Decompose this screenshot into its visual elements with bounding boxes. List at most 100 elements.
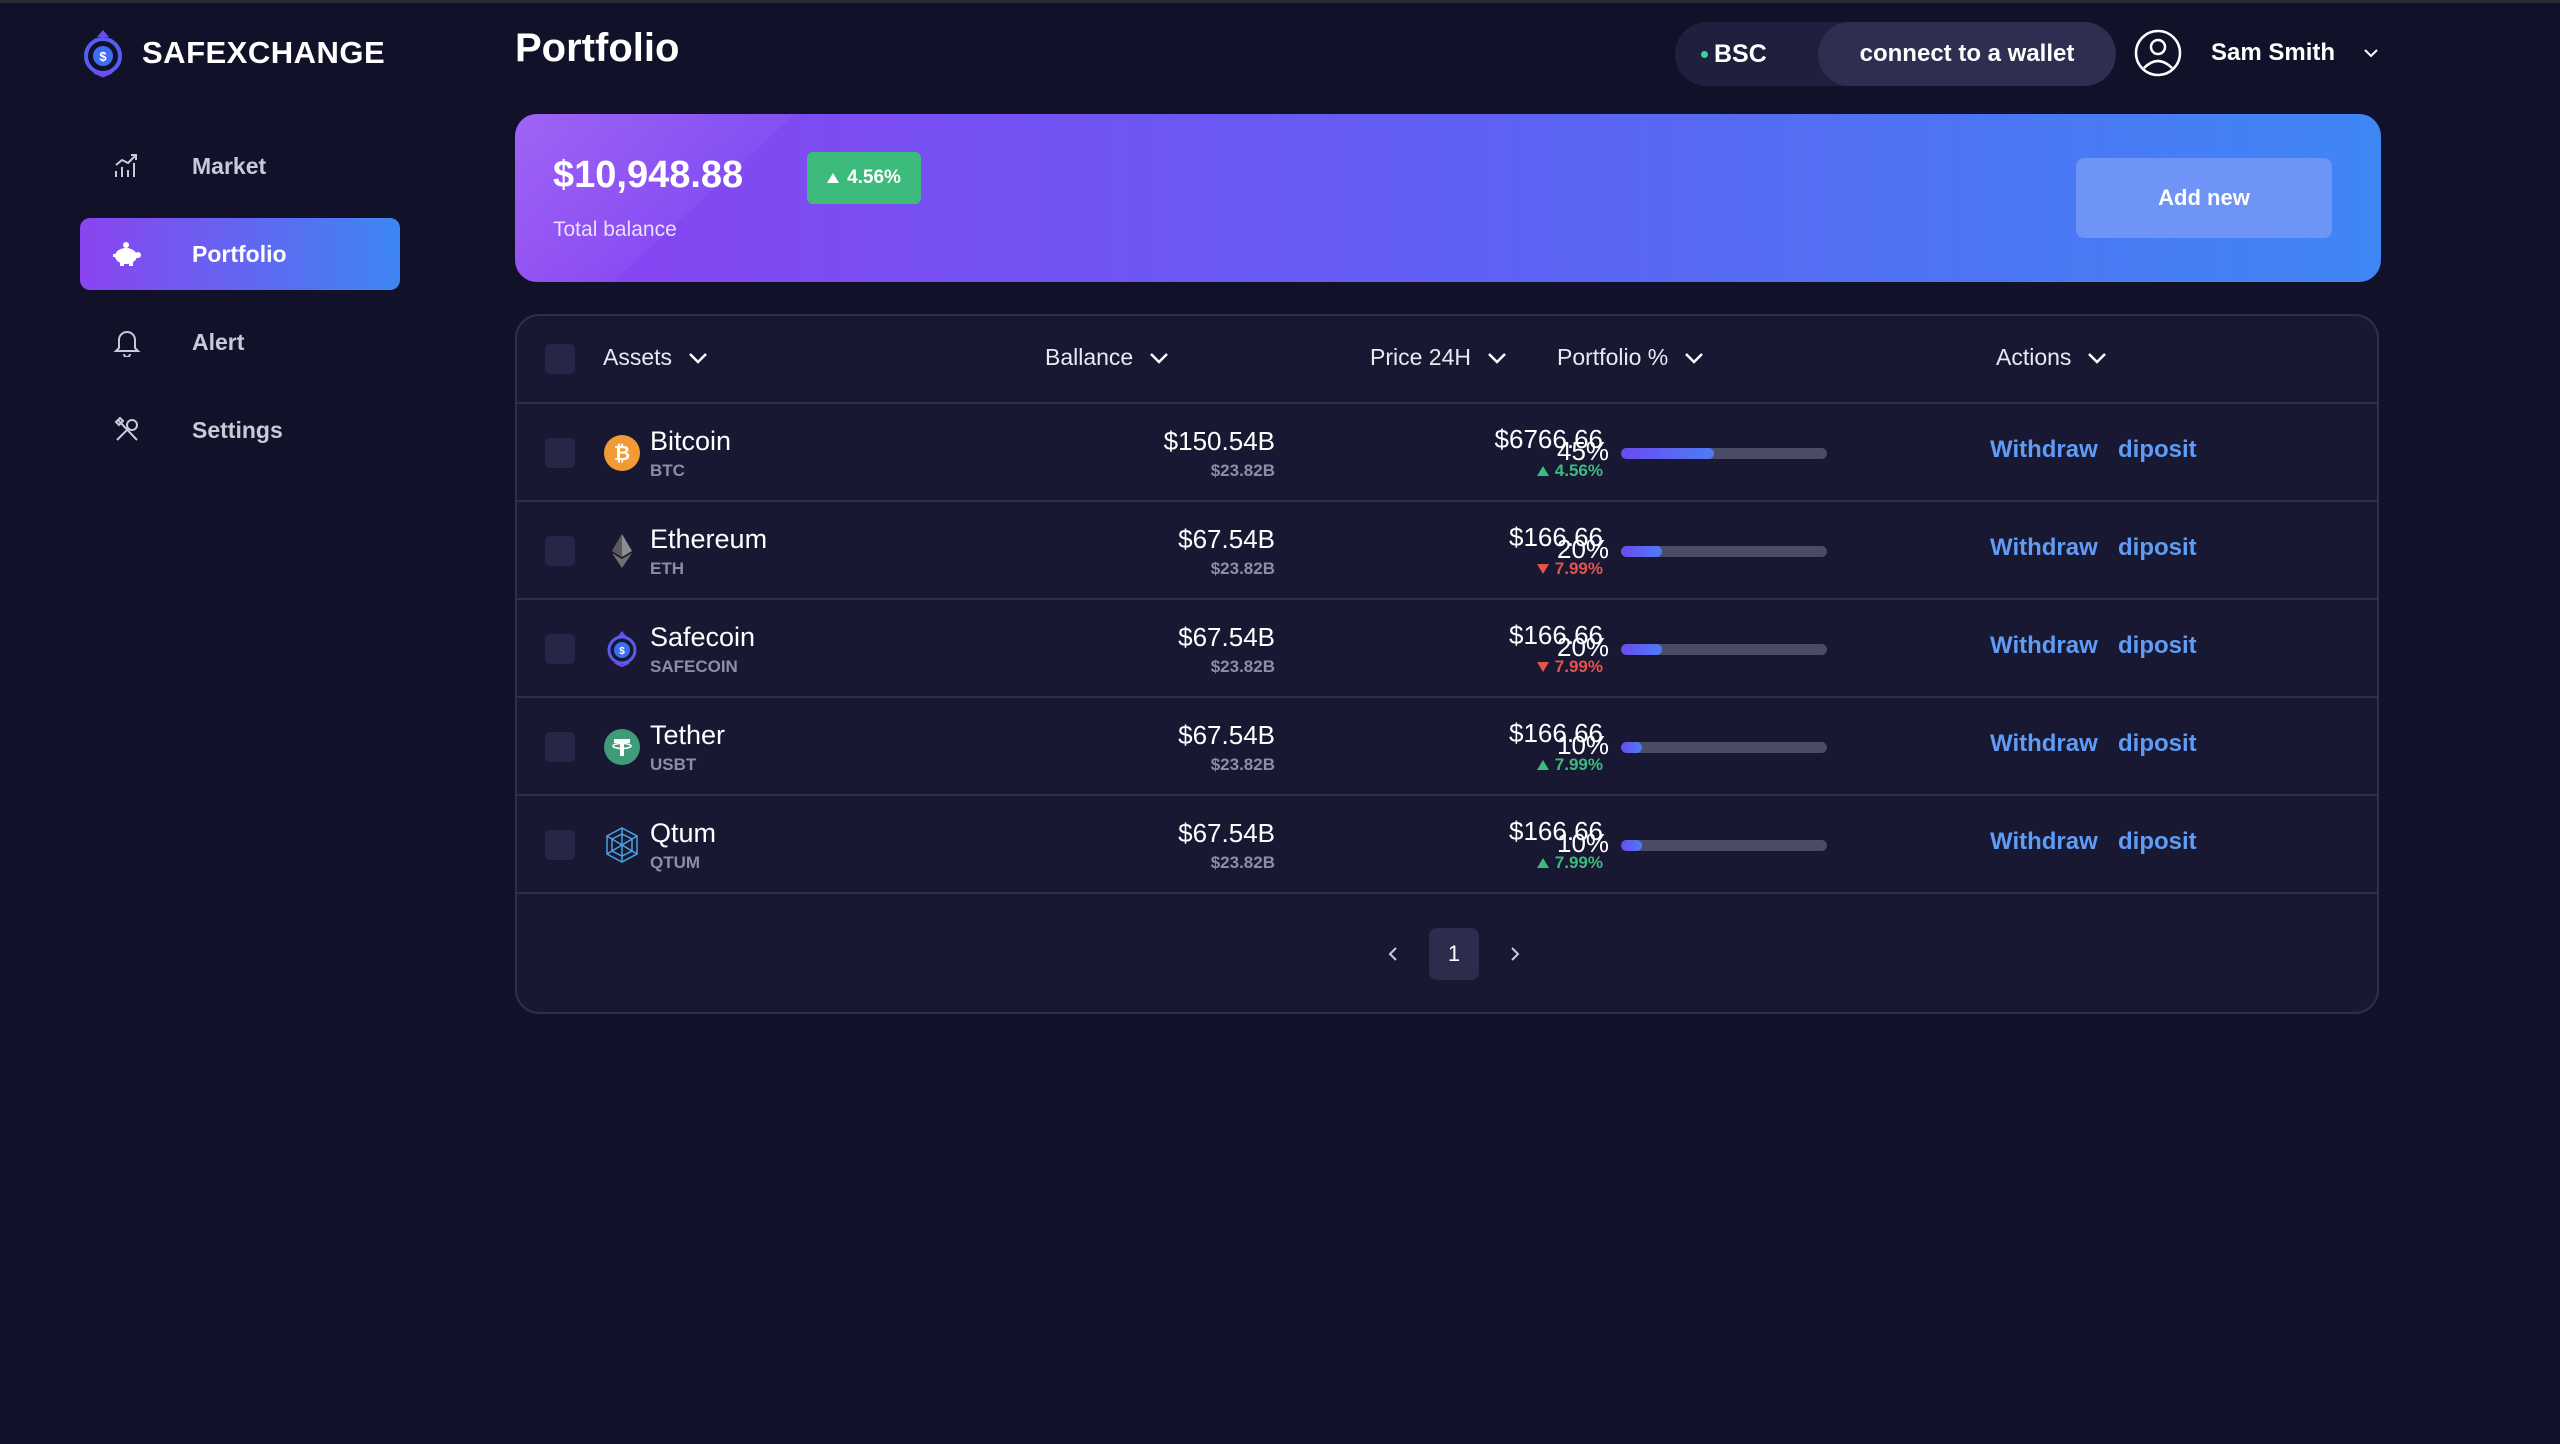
- row-checkbox[interactable]: [545, 732, 575, 762]
- ethereum-icon: [612, 534, 632, 568]
- bell-icon: [110, 325, 144, 359]
- prev-page-button[interactable]: [1377, 938, 1409, 970]
- deposit-link[interactable]: diposit: [2118, 632, 2197, 660]
- withdraw-link[interactable]: Withdraw: [1990, 828, 2098, 856]
- brand-logo[interactable]: $ SAFEXCHANGE: [82, 28, 385, 78]
- sidebar-item-settings[interactable]: Settings: [80, 394, 400, 466]
- chevron-down-icon: [1685, 352, 1704, 364]
- asset-balance-sub: $23.82B: [1210, 657, 1275, 676]
- portfolio-progress-bar: [1621, 448, 1827, 459]
- withdraw-link[interactable]: Withdraw: [1990, 632, 2098, 660]
- network-selector[interactable]: BSC connect to a wallet: [1675, 22, 2116, 86]
- chevron-right-icon: [1511, 947, 1520, 961]
- portfolio-progress-bar: [1621, 546, 1827, 557]
- portfolio-progress-bar: [1621, 840, 1827, 851]
- asset-name: Ethereum: [650, 524, 768, 554]
- table-row: Qtum QTUM $67.54B $23.82B $166.66 7.99% …: [517, 796, 2377, 894]
- withdraw-link[interactable]: Withdraw: [1990, 730, 2098, 758]
- sidebar-item-label: Portfolio: [192, 240, 287, 267]
- row-checkbox[interactable]: [545, 536, 575, 566]
- column-header-balance[interactable]: Ballance: [1045, 344, 1169, 371]
- column-header-price[interactable]: Price 24H: [1370, 344, 1507, 371]
- asset-balance-sub: $23.82B: [1210, 755, 1275, 774]
- column-header-actions[interactable]: Actions: [1996, 344, 2107, 371]
- tools-icon: [110, 413, 144, 447]
- asset-balance-sub: $23.82B: [1210, 461, 1275, 480]
- row-checkbox[interactable]: [545, 634, 575, 664]
- sidebar-item-label: Market: [192, 152, 267, 179]
- bitcoin-icon: ₿: [604, 435, 640, 471]
- card-decoration: [515, 114, 795, 282]
- asset-symbol: BTC: [650, 461, 685, 480]
- withdraw-link[interactable]: Withdraw: [1990, 534, 2098, 562]
- chevron-down-icon: [1488, 352, 1506, 364]
- portfolio-progress-bar: [1621, 742, 1827, 753]
- window-top-border: [0, 0, 2560, 3]
- network-label: BSC: [1714, 39, 1767, 68]
- deposit-link[interactable]: diposit: [2118, 828, 2197, 856]
- row-checkbox[interactable]: [545, 830, 575, 860]
- select-all-checkbox[interactable]: [545, 344, 575, 374]
- portfolio-progress-fill: [1621, 742, 1642, 753]
- table-row: ₿ Bitcoin BTC $150.54B $23.82B $6766.66 …: [517, 404, 2377, 502]
- portfolio-progress-fill: [1621, 840, 1642, 851]
- deposit-link[interactable]: diposit: [2118, 436, 2197, 464]
- portfolio-percent: 20%: [1557, 534, 1610, 564]
- portfolio-progress-fill: [1621, 448, 1714, 459]
- user-menu[interactable]: Sam Smith: [2133, 28, 2393, 78]
- total-balance-amount: $10,948.88: [553, 154, 744, 196]
- asset-balance-sub: $23.82B: [1210, 853, 1275, 872]
- header-actions: BSC connect to a wallet Sam Smith: [1675, 22, 2378, 86]
- portfolio-progress-fill: [1621, 644, 1663, 655]
- column-label: Actions: [1996, 344, 2072, 370]
- triangle-up-icon: [1536, 760, 1549, 770]
- table-row: Tether USBT $67.54B $23.82B $166.66 7.99…: [517, 698, 2377, 796]
- chevron-down-icon: [1150, 352, 1169, 364]
- asset-name: Bitcoin: [650, 426, 732, 456]
- sidebar-item-alert[interactable]: Alert: [80, 306, 400, 378]
- sidebar-item-portfolio[interactable]: Portfolio: [80, 218, 400, 290]
- balance-change-value: 4.56%: [847, 167, 901, 188]
- add-new-button[interactable]: Add new: [2076, 158, 2332, 238]
- portfolio-percent: 20%: [1557, 632, 1610, 662]
- sidebar-item-label: Alert: [192, 328, 245, 355]
- chevron-left-icon: [1388, 947, 1397, 961]
- balance-change-badge: 4.56%: [807, 152, 921, 204]
- triangle-up-icon: [1536, 466, 1549, 476]
- deposit-link[interactable]: diposit: [2118, 534, 2197, 562]
- asset-balance: $67.54B: [1178, 720, 1275, 750]
- triangle-down-icon: [1536, 662, 1549, 672]
- triangle-up-icon: [827, 173, 840, 183]
- asset-name: Qtum: [650, 818, 717, 848]
- asset-name: Tether: [650, 720, 726, 750]
- connect-wallet-button[interactable]: connect to a wallet: [1818, 22, 2116, 86]
- network-status-dot: [1701, 50, 1708, 58]
- column-label: Price 24H: [1370, 344, 1471, 370]
- deposit-link[interactable]: diposit: [2118, 730, 2197, 758]
- table-row: $ Safecoin SAFECOIN $67.54B $23.82B $166…: [517, 600, 2377, 698]
- chart-icon: [110, 149, 144, 183]
- table-header: Assets Ballance Price 24H Portfolio % Ac…: [517, 316, 2377, 404]
- row-checkbox[interactable]: [545, 438, 575, 468]
- withdraw-link[interactable]: Withdraw: [1990, 436, 2098, 464]
- svg-text:₿: ₿: [614, 443, 630, 465]
- next-page-button[interactable]: [1499, 938, 1531, 970]
- qtum-icon: [606, 827, 638, 863]
- total-balance-label: Total balance: [553, 218, 677, 241]
- sidebar-item-market[interactable]: Market: [80, 130, 400, 202]
- portfolio-progress-bar: [1621, 644, 1827, 655]
- portfolio-table: Assets Ballance Price 24H Portfolio % Ac…: [515, 314, 2379, 1014]
- column-header-portfolio[interactable]: Portfolio %: [1557, 344, 1704, 371]
- svg-text:$: $: [99, 49, 107, 64]
- column-label: Portfolio %: [1557, 344, 1669, 370]
- column-header-assets[interactable]: Assets: [603, 344, 708, 371]
- tether-icon: [604, 729, 640, 765]
- asset-balance: $67.54B: [1178, 622, 1275, 652]
- portfolio-percent: 45%: [1557, 436, 1610, 466]
- asset-symbol: USBT: [650, 755, 697, 774]
- user-name: Sam Smith: [2211, 39, 2336, 66]
- asset-balance: $67.54B: [1178, 524, 1275, 554]
- pagination: 1: [1377, 928, 1531, 980]
- page-number-current[interactable]: 1: [1429, 928, 1479, 980]
- portfolio-percent: 10%: [1557, 828, 1610, 858]
